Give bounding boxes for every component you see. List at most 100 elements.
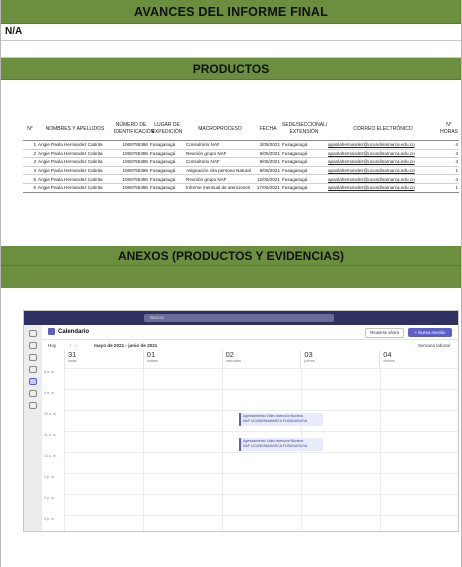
cell-id: 1069755386 — [113, 166, 149, 176]
hour-label: 10 a. m. — [44, 412, 57, 416]
teams-titlebar: Buscar — [24, 311, 458, 325]
table-row: 6 Angie Paola Hernandez Cabrita 10697553… — [23, 183, 459, 193]
assignments-icon[interactable] — [29, 366, 37, 373]
calendar-event[interactable]: Agendamiento Video atención Núcleos NAF … — [239, 413, 323, 426]
teams-calendar-screenshot: Buscar Calendario Reunirse ahora + Nueva… — [23, 310, 459, 532]
cell-num: 6 — [23, 183, 37, 193]
calendar-icon[interactable] — [29, 378, 37, 385]
col-header: NÚMERO DE IDENTIFICACIÓN — [113, 118, 154, 141]
hour-label: 1 p. m. — [44, 475, 55, 479]
cell-date: 12/05/2021 — [255, 174, 281, 184]
anexos-heading: ANEXOS (PRODUCTOS Y EVIDENCIAS) — [1, 246, 461, 266]
col-header: CORREO ELECTRÓNICO — [327, 118, 439, 141]
hour-label: 3 p. m. — [44, 517, 55, 521]
cell-id: 1069755386 — [113, 157, 149, 167]
day-header: 02 miércoles — [221, 350, 301, 368]
hour-label: 8 a. m. — [44, 370, 55, 374]
cell-macro: Informe mensual de atenciones — [185, 183, 255, 193]
cell-name: Angie Paola Hernandez Cabrita — [37, 149, 113, 159]
cell-place: Fusagasugá — [149, 174, 185, 184]
calendar-title: Calendario — [58, 329, 90, 335]
col-header: FECHA — [255, 118, 281, 141]
na-value: N/A — [1, 24, 461, 41]
cell-sede: Fusagasugá — [281, 157, 327, 167]
new-meeting-button[interactable]: + Nueva reunión — [408, 328, 452, 337]
teams-icon[interactable] — [29, 354, 37, 361]
files-icon[interactable] — [29, 402, 37, 409]
cell-name: Angie Paola Hernandez Cabrita — [37, 166, 113, 176]
blank-row — [1, 41, 461, 58]
cell-num: 4 — [23, 166, 37, 176]
col-header: N° HORAS — [439, 118, 459, 141]
cell-id: 1069755386 — [113, 140, 149, 150]
calendar-header: Calendario Reunirse ahora + Nueva reunió… — [42, 325, 458, 340]
report-page: AVANCES DEL INFORME FINAL N/A PRODUCTOS … — [0, 0, 462, 567]
cell-date: 9/05/2021 — [255, 166, 281, 176]
productos-heading: PRODUCTOS — [1, 58, 461, 80]
cell-date: 6/05/2021 — [255, 149, 281, 159]
cell-place: Fusagasugá — [149, 149, 185, 159]
chat-icon[interactable] — [29, 342, 37, 349]
email-link[interactable]: apaolahernandez@ucundinamarca.edu.co — [327, 166, 439, 176]
email-link[interactable]: apaolahernandez@ucundinamarca.edu.co — [327, 157, 439, 167]
cell-name: Angie Paola Hernandez Cabrita — [37, 140, 113, 150]
cell-num: 2 — [23, 149, 37, 159]
email-link[interactable]: apaolahernandez@ucundinamarca.edu.co — [327, 140, 439, 150]
meet-now-button[interactable]: Reunirse ahora — [365, 328, 404, 338]
cell-place: Fusagasugá — [149, 140, 185, 150]
hour-label: 11 a. m. — [44, 433, 57, 437]
teams-calendar-main: Calendario Reunirse ahora + Nueva reunió… — [42, 325, 458, 531]
email-link[interactable]: apaolahernandez@ucundinamarca.edu.co — [327, 183, 439, 193]
day-header: 31 lunes — [64, 350, 143, 368]
calls-icon[interactable] — [29, 390, 37, 397]
cell-name: Angie Paola Hernandez Cabrita — [37, 183, 113, 193]
cell-macro: Consultorio NAF — [185, 140, 255, 150]
cell-hours: 4 — [439, 149, 459, 159]
cell-hours: 1 — [439, 166, 459, 176]
table-row: 4 Angie Paola Hernandez Cabrita 10697553… — [23, 166, 459, 176]
activity-icon[interactable] — [29, 330, 37, 337]
cell-sede: Fusagasugá — [281, 183, 327, 193]
cell-macro: Asignación cita persona Natural — [185, 166, 255, 176]
cell-date: 9/05/2021 — [255, 157, 281, 167]
table-row: 3 Angie Paola Hernandez Cabrita 10697553… — [23, 157, 459, 167]
cell-num: 1 — [23, 140, 37, 150]
report-title: AVANCES DEL INFORME FINAL — [1, 0, 461, 24]
hour-label: 9 a. m. — [44, 391, 55, 395]
cell-date: 17/05/2021 — [255, 183, 281, 193]
cell-sede: Fusagasugá — [281, 149, 327, 159]
email-link[interactable]: apaolahernandez@ucundinamarca.edu.co — [327, 174, 439, 184]
cell-place: Fusagasugá — [149, 183, 185, 193]
cell-name: Angie Paola Hernandez Cabrita — [37, 157, 113, 167]
anexos-band — [1, 266, 461, 288]
productos-table: N° NOMBRES Y APELLIDOS NÚMERO DE IDENTIF… — [23, 118, 459, 193]
teams-search-input[interactable]: Buscar — [144, 314, 334, 322]
calendar-logo-icon — [48, 328, 55, 335]
cell-hours: 4 — [439, 140, 459, 150]
cell-num: 5 — [23, 174, 37, 184]
today-button[interactable]: Hoy — [48, 340, 56, 351]
cell-date: 2/05/2021 — [255, 140, 281, 150]
hour-label: 12 p. m. — [44, 454, 57, 458]
table-header-row: N° NOMBRES Y APELLIDOS NÚMERO DE IDENTIF… — [23, 118, 459, 141]
cell-sede: Fusagasugá — [281, 140, 327, 150]
day-header: 04 viernes — [379, 350, 458, 368]
cell-place: Fusagasugá — [149, 166, 185, 176]
table-row: 5 Angie Paola Hernandez Cabrita 10697553… — [23, 174, 459, 184]
day-header: 01 martes — [142, 350, 222, 368]
cell-num: 3 — [23, 157, 37, 167]
cell-macro: Reunión grupo NAF — [185, 174, 255, 184]
day-headers: 31 lunes 01 martes 02 miércoles 03 jueves 04… — [64, 350, 458, 369]
cell-id: 1069755386 — [113, 183, 149, 193]
calendar-grid[interactable]: 8 a. m. 9 a. m. 10 a. m. 11 a. m. 12 p. … — [42, 368, 458, 531]
day-header: 03 jueves — [300, 350, 379, 368]
cell-place: Fusagasugá — [149, 157, 185, 167]
col-header: LUGAR DE EXPEDICIÓN — [149, 118, 185, 141]
cell-name: Angie Paola Hernandez Cabrita — [37, 174, 113, 184]
calendar-event[interactable]: Agendamiento Video atención Núcleos NAF … — [239, 438, 323, 451]
cell-sede: Fusagasugá — [281, 166, 327, 176]
email-link[interactable]: apaolahernandez@ucundinamarca.edu.co — [327, 149, 439, 159]
cell-hours: 4 — [439, 174, 459, 184]
cell-macro: Consultorio NAF — [185, 157, 255, 167]
hour-label: 2 p. m. — [44, 496, 55, 500]
